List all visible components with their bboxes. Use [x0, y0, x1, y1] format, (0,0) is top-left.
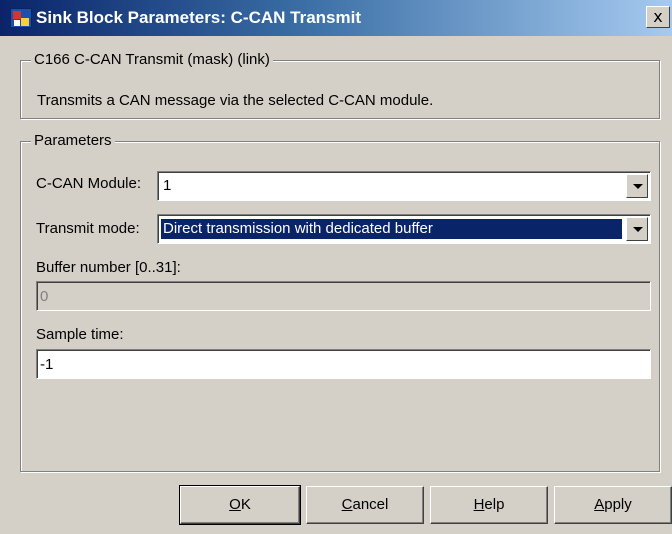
- transmit-mode-value: Direct transmission with dedicated buffe…: [161, 219, 622, 239]
- help-button[interactable]: Help: [430, 486, 548, 524]
- simulink-block-icon: [10, 8, 32, 28]
- window-title: Sink Block Parameters: C-CAN Transmit: [36, 8, 361, 27]
- ccan-module-select[interactable]: 1: [157, 171, 651, 201]
- ccan-module-label: C-CAN Module:: [36, 175, 142, 192]
- cancel-button[interactable]: Cancel: [306, 486, 424, 524]
- transmit-mode-select[interactable]: Direct transmission with dedicated buffe…: [157, 214, 651, 244]
- transmit-mode-label: Transmit mode:: [36, 220, 140, 237]
- title-bar[interactable]: Sink Block Parameters: C-CAN Transmit x: [0, 0, 672, 36]
- sample-time-field[interactable]: [36, 349, 651, 379]
- description-text: Transmits a CAN message via the selected…: [37, 92, 434, 109]
- description-group-legend: C166 C-CAN Transmit (mask) (link): [31, 51, 273, 68]
- chevron-down-icon[interactable]: [626, 217, 648, 241]
- ok-button[interactable]: OK: [179, 485, 301, 525]
- buffer-number-field: [36, 281, 651, 311]
- ccan-module-value: 1: [163, 177, 172, 194]
- chevron-down-icon[interactable]: [626, 174, 648, 198]
- parameters-group-legend: Parameters: [31, 132, 115, 149]
- sample-time-label: Sample time:: [36, 326, 124, 343]
- description-group: C166 C-CAN Transmit (mask) (link) Transm…: [20, 51, 660, 119]
- close-button[interactable]: x: [646, 6, 670, 28]
- apply-button[interactable]: Apply: [554, 486, 672, 524]
- buffer-number-label: Buffer number [0..31]:: [36, 259, 181, 276]
- close-icon: x: [653, 7, 663, 26]
